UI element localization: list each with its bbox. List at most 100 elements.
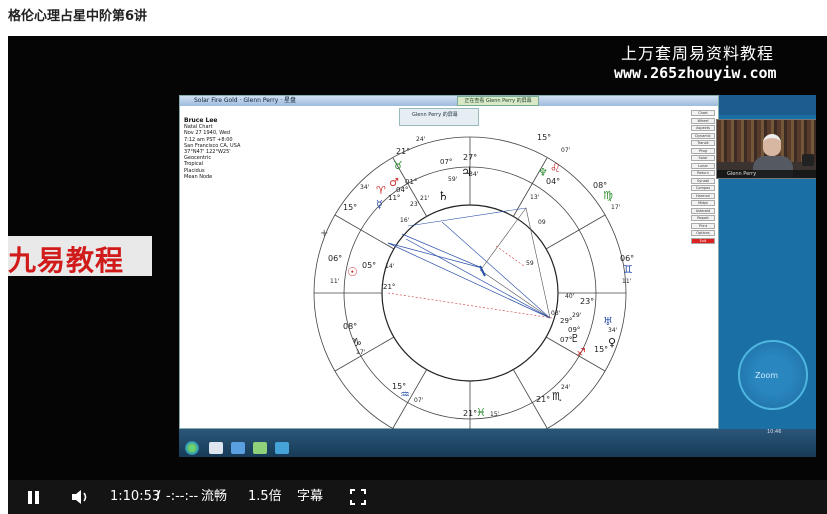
- brand-banner-text: 九易教程: [8, 244, 125, 277]
- watermark-url: www.265zhouyiw.com: [614, 64, 777, 82]
- app-icon[interactable]: [253, 442, 267, 454]
- side-button[interactable]: Return: [691, 170, 715, 176]
- taskbar-clock: 10:46: [767, 429, 782, 435]
- pause-icon-bar: [35, 491, 39, 504]
- side-button[interactable]: Solar: [691, 155, 715, 161]
- chart-label: 06°: [620, 254, 634, 263]
- time-current: 1:10:53: [110, 489, 161, 504]
- chrome-icon[interactable]: [275, 442, 289, 454]
- side-button[interactable]: Synast: [691, 177, 715, 184]
- side-button[interactable]: Aspects: [691, 125, 715, 131]
- side-button[interactable]: Asteroid: [691, 207, 715, 214]
- chart-label: 21°: [536, 395, 550, 404]
- pisces-glyph: ♓: [476, 406, 486, 419]
- screen-share-popup[interactable]: Glenn Perry 的屏幕: [399, 108, 479, 126]
- side-button[interactable]: Midpt: [691, 200, 715, 206]
- sun-glyph: ☉: [347, 265, 358, 279]
- chart-label: 14': [385, 263, 395, 270]
- sagittarius-glyph: ♐: [576, 346, 586, 359]
- start-button-icon[interactable]: [185, 441, 199, 455]
- chart-label: 27°: [463, 153, 477, 162]
- pause-button[interactable]: [26, 480, 42, 514]
- app-side-toolbar: Chart Wheel Aspects Dynamic Transit Prog…: [691, 110, 715, 245]
- side-button[interactable]: Harmon: [691, 192, 715, 199]
- side-button[interactable]: Print: [691, 222, 715, 229]
- page-title: 格伦心理占星中阶第6讲: [8, 9, 148, 24]
- chart-label: 29': [572, 312, 582, 319]
- chart-label: 21°: [383, 283, 395, 291]
- uranus-glyph: ♅: [603, 315, 613, 328]
- chart-label: 07': [561, 147, 571, 154]
- chart-label: 01°: [405, 178, 417, 186]
- chart-label: 59': [448, 176, 458, 183]
- subtitles-button[interactable]: 字幕: [297, 480, 323, 514]
- side-button[interactable]: Chart: [691, 110, 715, 116]
- chart-label: 11': [330, 278, 340, 285]
- pluto-glyph: ♇: [570, 332, 580, 345]
- chart-label: 11': [622, 278, 632, 285]
- time-separator: /: [156, 489, 161, 504]
- webcam-name-label: Glenn Perry: [717, 170, 816, 178]
- side-button[interactable]: Options: [691, 230, 715, 236]
- jupiter-glyph: ♃: [461, 165, 472, 179]
- side-button[interactable]: Wheel: [691, 117, 715, 124]
- microphone-icon[interactable]: [802, 154, 814, 166]
- saturn-glyph: ♄: [438, 189, 449, 203]
- chart-label: 17': [611, 204, 621, 211]
- virgo-glyph: ♍: [603, 189, 613, 202]
- chart-label: 23': [410, 201, 420, 208]
- side-button[interactable]: Compos: [691, 185, 715, 191]
- volume-button[interactable]: [71, 480, 91, 514]
- chart-label: 04°: [546, 177, 560, 186]
- chart-label: 24': [561, 384, 571, 391]
- side-button[interactable]: Prog: [691, 147, 715, 154]
- chart-label: 03': [551, 310, 561, 317]
- mars-glyph: ♂: [389, 176, 399, 189]
- capricorn-glyph: ♑: [352, 336, 362, 349]
- chart-label: 07°: [440, 158, 452, 166]
- chart-label: 29°: [560, 317, 572, 325]
- explorer-icon[interactable]: [209, 442, 223, 454]
- scorpio-glyph: ♏: [552, 390, 562, 403]
- quality-button[interactable]: 流畅: [201, 480, 227, 514]
- side-button[interactable]: Dynamic: [691, 132, 715, 139]
- watermark-text: 上万套周易资料教程: [621, 44, 775, 63]
- neptune-glyph: ♆: [538, 166, 548, 179]
- pause-icon: [28, 491, 32, 504]
- video-player[interactable]: 上万套周易资料教程 www.265zhouyiw.com 九易教程 Solar …: [8, 36, 827, 514]
- aquarius-glyph: ♒: [400, 388, 410, 401]
- fullscreen-button[interactable]: [350, 480, 366, 514]
- desktop-logo-text: Zoom: [755, 371, 779, 380]
- chart-label: 07': [414, 397, 424, 404]
- chart-label: 21': [420, 195, 430, 202]
- chart-label: 24': [416, 136, 426, 143]
- chart-label: 16': [400, 217, 410, 224]
- mercury-glyph: ☿: [376, 198, 383, 211]
- cursor-cross-icon: +: [320, 228, 328, 239]
- taurus-glyph: ♉: [393, 159, 403, 172]
- side-button[interactable]: Lunar: [691, 162, 715, 169]
- player-controls: 1:10:53 / -:--:-- 流畅 1.5倍 字幕: [8, 480, 827, 514]
- chart-label: 23°: [580, 297, 594, 306]
- chart-label: 06°: [328, 254, 342, 263]
- aries-glyph: ♈: [376, 184, 386, 197]
- chart-label: 17': [356, 349, 366, 356]
- shared-screen: Solar Fire Gold · Glenn Perry · 星盘 Bruce…: [179, 95, 816, 457]
- chart-label: 15°: [537, 133, 551, 142]
- chart-label: 59: [526, 260, 534, 267]
- exit-button[interactable]: Exit: [691, 237, 715, 244]
- volume-icon: [72, 490, 87, 504]
- webcam-overlay[interactable]: Glenn Perry: [716, 119, 816, 179]
- chart-label: 09: [538, 219, 546, 226]
- chart-label: 08°: [343, 322, 357, 331]
- webcam-person-head: [763, 134, 781, 156]
- browser-icon[interactable]: [231, 442, 245, 454]
- chart-label: 21°: [396, 147, 410, 156]
- screen-share-banner[interactable]: 正在查看 Glenn Perry 的屏幕: [457, 96, 539, 106]
- side-button[interactable]: Transit: [691, 140, 715, 146]
- astrology-app-window: Solar Fire Gold · Glenn Perry · 星盘 Bruce…: [179, 95, 719, 430]
- side-button[interactable]: Report: [691, 215, 715, 221]
- time-total: -:--:--: [166, 489, 199, 504]
- video-frame[interactable]: 上万套周易资料教程 www.265zhouyiw.com 九易教程 Solar …: [8, 36, 827, 480]
- speed-button[interactable]: 1.5倍: [248, 480, 282, 514]
